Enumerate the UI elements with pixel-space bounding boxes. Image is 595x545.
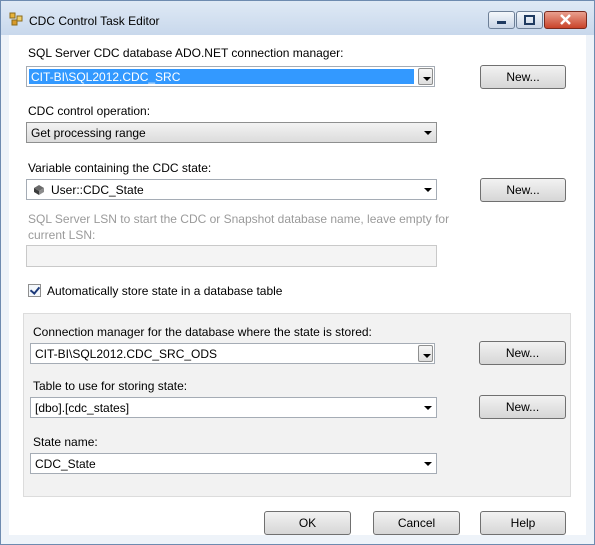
connection-label: SQL Server CDC database ADO.NET connecti…	[28, 46, 344, 60]
auto-store-label: Automatically store state in a database …	[47, 284, 283, 298]
lsn-input	[26, 245, 437, 267]
chevron-down-icon[interactable]	[418, 345, 433, 362]
connection-value: CIT-BI\SQL2012.CDC_SRC	[31, 70, 181, 84]
operation-label: CDC control operation:	[28, 104, 151, 118]
chevron-down-icon[interactable]	[420, 454, 436, 473]
close-icon	[560, 14, 571, 25]
state-connection-new-button[interactable]: New...	[479, 341, 566, 365]
title-bar: CDC Control Task Editor	[1, 1, 594, 35]
ssis-task-icon	[9, 12, 23, 26]
cancel-button[interactable]: Cancel	[373, 511, 460, 535]
state-name-combo[interactable]: CDC_State	[30, 453, 437, 474]
state-name-value: CDC_State	[35, 457, 96, 471]
state-name-label: State name:	[33, 435, 98, 449]
state-connection-combo[interactable]: CIT-BI\SQL2012.CDC_SRC_ODS	[30, 343, 435, 364]
state-connection-value: CIT-BI\SQL2012.CDC_SRC_ODS	[35, 347, 218, 361]
state-connection-label: Connection manager for the database wher…	[33, 325, 372, 339]
chevron-down-icon[interactable]	[420, 398, 436, 417]
variable-label: Variable containing the CDC state:	[28, 161, 212, 175]
chevron-down-icon[interactable]	[420, 123, 436, 142]
minimize-icon	[497, 21, 506, 24]
lsn-label-line2: current LSN:	[28, 228, 96, 242]
ok-button[interactable]: OK	[264, 511, 351, 535]
help-button[interactable]: Help	[480, 511, 566, 535]
state-table-label: Table to use for storing state:	[33, 379, 188, 393]
operation-value: Get processing range	[31, 126, 146, 140]
connection-combo[interactable]: CIT-BI\SQL2012.CDC_SRC	[26, 66, 435, 87]
state-table-value: [dbo].[cdc_states]	[35, 401, 130, 415]
variable-icon	[34, 185, 44, 195]
cdc-control-task-editor-window: CDC Control Task Editor SQL Server CDC d…	[0, 0, 595, 545]
auto-store-checkbox[interactable]	[28, 284, 41, 297]
lsn-label-line1: SQL Server LSN to start the CDC or Snaps…	[28, 212, 450, 226]
chevron-down-icon[interactable]	[418, 68, 433, 85]
minimize-button[interactable]	[488, 11, 515, 29]
maximize-icon	[524, 15, 535, 25]
chevron-down-icon[interactable]	[420, 180, 436, 199]
dialog-body: SQL Server CDC database ADO.NET connecti…	[9, 35, 586, 535]
state-table-combo[interactable]: [dbo].[cdc_states]	[30, 397, 437, 418]
window-title: CDC Control Task Editor	[29, 14, 160, 28]
variable-combo[interactable]: User::CDC_State	[26, 179, 437, 200]
maximize-button[interactable]	[516, 11, 543, 29]
close-button[interactable]	[544, 11, 587, 29]
variable-new-button[interactable]: New...	[480, 178, 566, 202]
connection-new-button[interactable]: New...	[480, 65, 566, 89]
operation-combo[interactable]: Get processing range	[26, 122, 437, 143]
state-table-new-button[interactable]: New...	[479, 395, 566, 419]
variable-value: User::CDC_State	[51, 183, 144, 197]
